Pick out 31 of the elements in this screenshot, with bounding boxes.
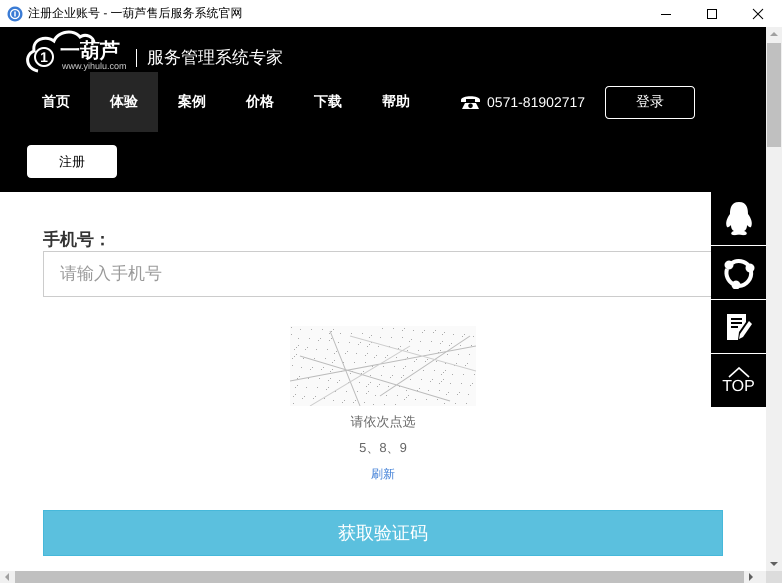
back-to-top-button[interactable]: TOP <box>711 354 766 407</box>
field-label: 手机号： <box>43 229 112 249</box>
connection-icon <box>722 256 754 288</box>
logo-url: www.yihulu.com <box>62 61 127 71</box>
telephone-icon <box>460 94 481 110</box>
app-icon <box>7 6 23 22</box>
nav-tab[interactable]: 下载 <box>294 72 362 132</box>
caret-up-icon <box>726 366 750 378</box>
side-tool-button[interactable] <box>711 300 766 353</box>
maximize-icon[interactable] <box>706 8 718 20</box>
qq-penguin-icon <box>724 200 754 236</box>
scrollbar-thumb[interactable] <box>767 43 781 147</box>
refresh-link[interactable]: 刷新 <box>371 466 395 483</box>
register-button[interactable]: 注册 <box>27 145 117 178</box>
side-tool-button[interactable] <box>711 246 766 299</box>
phone-number: 0571-81902717 <box>487 94 586 110</box>
nav-tab[interactable]: 帮助 <box>362 72 430 132</box>
nav-tab[interactable]: 价格 <box>226 72 294 132</box>
login-button[interactable]: 登录 <box>605 86 696 118</box>
vertical-scrollbar[interactable] <box>766 27 782 571</box>
nav-tab[interactable]: 案例 <box>158 72 226 132</box>
tagline: 服务管理系统专家 <box>147 47 283 69</box>
nav-tab[interactable]: 体验 <box>90 72 158 132</box>
nav-tab[interactable]: 首页 <box>22 72 90 132</box>
scrollbar-corner <box>766 571 782 583</box>
window-title: 注册企业账号 - 一葫芦售后服务系统官网 <box>28 5 244 22</box>
captcha-sequence: 5、8、9 <box>359 439 407 457</box>
divider-line <box>136 49 137 67</box>
side-tool-button[interactable] <box>711 192 766 245</box>
captcha-hint: 请依次点选 <box>350 413 416 431</box>
close-icon[interactable] <box>752 8 764 20</box>
